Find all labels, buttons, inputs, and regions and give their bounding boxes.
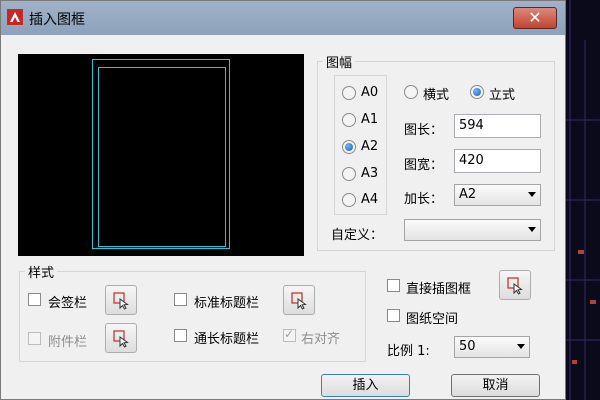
scale-label: 比例 1: <box>387 344 430 359</box>
pick-cursor-icon <box>113 330 129 348</box>
window-title: 插入图框 <box>29 12 85 28</box>
paper-space-checkbox[interactable] <box>387 309 400 322</box>
direct-insert-checkbox[interactable] <box>387 279 400 292</box>
autocad-logo-icon <box>7 9 23 25</box>
radio-a3[interactable] <box>342 167 356 181</box>
extend-select-value: A2 <box>459 187 477 202</box>
radio-a4[interactable] <box>342 193 356 207</box>
direct-insert-pick-button[interactable] <box>499 270 531 300</box>
length-input[interactable]: 594 <box>454 114 541 138</box>
cancel-button[interactable]: 取消 <box>451 374 540 397</box>
pick-cursor-icon <box>291 292 307 310</box>
attach-bar-pick-button[interactable] <box>105 323 137 353</box>
pick-cursor-icon <box>507 277 523 295</box>
style-group-label: 样式 <box>25 262 58 281</box>
chevron-down-icon <box>528 192 536 197</box>
right-align-checkbox[interactable] <box>283 327 296 342</box>
long-title-checkbox[interactable] <box>174 329 187 342</box>
chevron-down-icon <box>517 344 525 349</box>
frame-preview <box>18 54 304 256</box>
preview-inner-border <box>98 67 226 247</box>
sign-bar-label: 会签栏 <box>48 296 88 311</box>
title-bar: 插入图框 ✕ <box>1 1 565 35</box>
radio-a3-label: A3 <box>361 166 379 181</box>
standard-title-checkbox[interactable] <box>174 293 187 306</box>
chevron-down-icon <box>528 227 536 232</box>
attach-bar-checkbox[interactable] <box>28 332 41 345</box>
radio-a4-label: A4 <box>361 192 379 207</box>
width-input[interactable]: 420 <box>454 149 541 173</box>
radio-landscape[interactable] <box>404 85 418 99</box>
radio-a0-label: A0 <box>361 85 379 100</box>
sign-bar-checkbox[interactable] <box>28 293 41 306</box>
insert-button[interactable]: 插入 <box>321 374 410 397</box>
radio-portrait-label: 立式 <box>489 88 516 103</box>
paper-space-label: 图纸空间 <box>406 312 459 327</box>
scale-select-value: 50 <box>459 339 476 354</box>
custom-select[interactable] <box>404 219 541 241</box>
extend-label: 加长： <box>404 192 444 207</box>
scale-select[interactable]: 50 <box>454 336 530 358</box>
attach-bar-label: 附件栏 <box>48 335 88 350</box>
custom-label: 自定义： <box>331 228 384 243</box>
radio-a2-label: A2 <box>361 139 379 154</box>
standard-title-label: 标准标题栏 <box>194 296 260 311</box>
insert-frame-dialog: 插入图框 ✕ 图幅 A0 A1 A2 A3 A4 横式 立式 图长： 594 图… <box>0 0 566 400</box>
close-button[interactable]: ✕ <box>513 7 557 29</box>
radio-a2[interactable] <box>342 140 356 154</box>
sheet-size-group-label: 图幅 <box>323 52 356 71</box>
right-align-label: 右对齐 <box>301 332 341 347</box>
standard-title-pick-button[interactable] <box>283 285 315 315</box>
radio-portrait[interactable] <box>470 85 484 99</box>
radio-a1[interactable] <box>342 113 356 127</box>
pick-cursor-icon <box>113 292 129 310</box>
direct-insert-label: 直接插图框 <box>406 282 472 297</box>
radio-a0[interactable] <box>342 86 356 100</box>
width-label: 图宽： <box>404 158 444 173</box>
length-label: 图长： <box>404 123 444 138</box>
extend-select[interactable]: A2 <box>454 184 541 206</box>
radio-a1-label: A1 <box>361 112 379 127</box>
long-title-label: 通长标题栏 <box>194 332 260 347</box>
sign-bar-pick-button[interactable] <box>105 285 137 315</box>
radio-landscape-label: 横式 <box>423 88 450 103</box>
